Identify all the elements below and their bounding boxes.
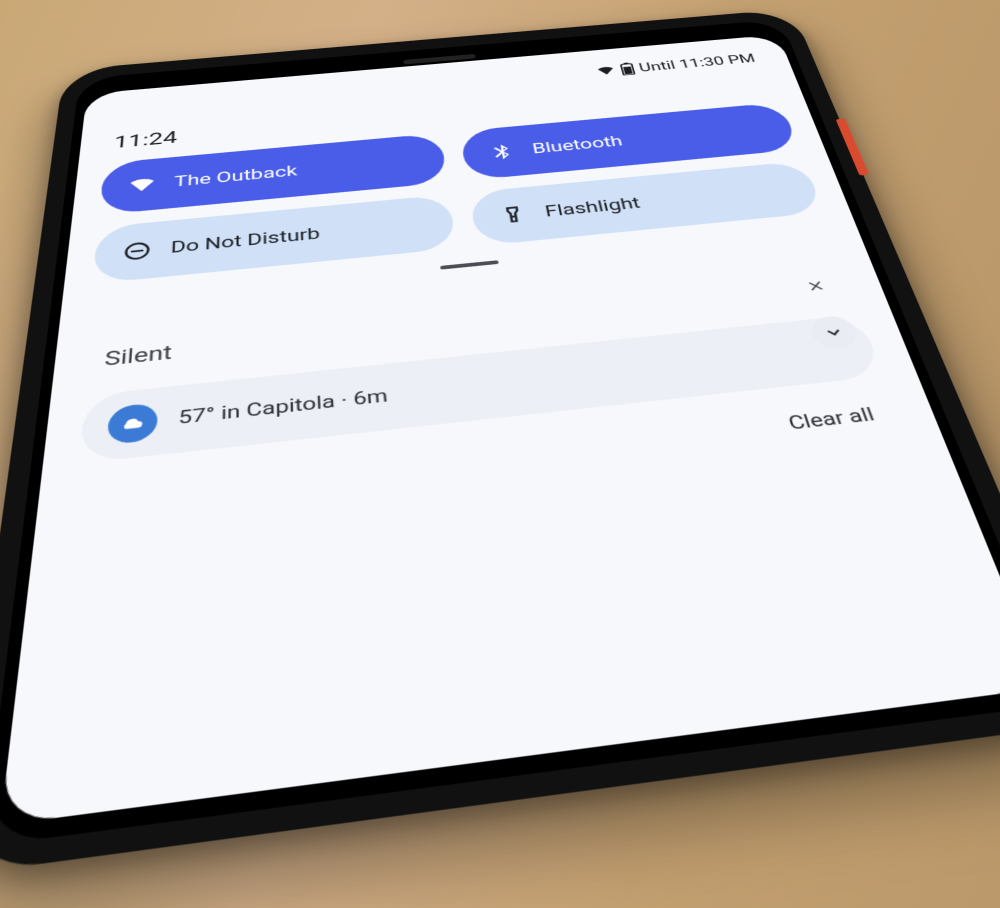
wifi-status-icon: [594, 64, 617, 77]
battery-status-icon: [619, 62, 635, 75]
weather-app-icon: [107, 402, 159, 445]
bluetooth-tile-label: Bluetooth: [531, 133, 624, 157]
close-icon: [803, 277, 829, 294]
alarm-until-text: Until 11:30 PM: [637, 51, 757, 74]
dnd-tile-label: Do Not Disturb: [170, 225, 320, 257]
dnd-icon: [122, 240, 153, 263]
flashlight-icon: [497, 204, 529, 226]
silent-section-label: Silent: [104, 341, 173, 371]
chevron-down-icon: [820, 323, 847, 341]
bluetooth-icon: [487, 142, 517, 162]
dismiss-silent-button[interactable]: [794, 272, 838, 301]
phone-frame: Until 11:30 PM 11:24 The Outback Bluetoo…: [0, 9, 1000, 876]
wifi-tile-label: The Outback: [174, 163, 298, 191]
flashlight-tile-label: Flashlight: [543, 194, 642, 220]
cloud-icon: [119, 412, 146, 434]
wifi-icon: [127, 175, 157, 196]
